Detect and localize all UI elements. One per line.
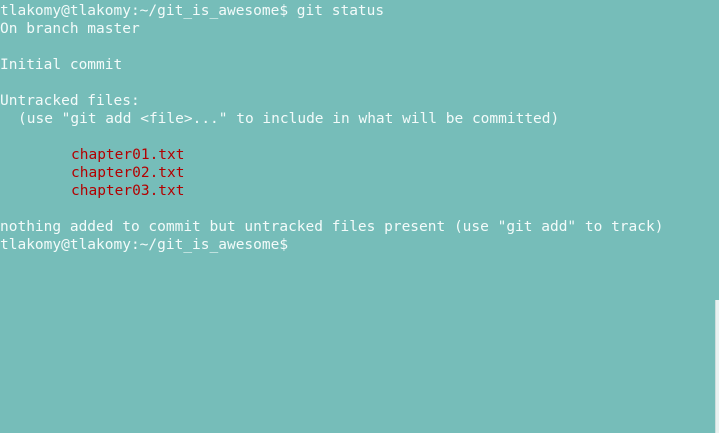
git-add-hint: (use "git add <file>..." to include in w… [18,111,560,127]
branch-status: On branch master [0,21,140,37]
terminal-scrollbar-thumb[interactable] [715,300,719,433]
untracked-file: chapter01.txt [71,147,185,163]
nothing-added-summary: nothing added to commit but untracked fi… [0,219,664,235]
untracked-file: chapter03.txt [71,183,185,199]
prompt-text: tlakomy@tlakomy:~/git_is_awesome$ [0,237,289,253]
initial-commit-text: Initial commit [0,57,123,73]
untracked-files-header: Untracked files: [0,93,140,109]
active-command-prompt[interactable]: tlakomy@tlakomy:~/git_is_awesome$ [0,236,714,254]
terminal-output[interactable]: tlakomy@tlakomy:~/git_is_awesome$ git st… [0,2,714,433]
untracked-file: chapter02.txt [71,165,185,181]
command-prompt-line: tlakomy@tlakomy:~/git_is_awesome$ git st… [0,3,385,19]
